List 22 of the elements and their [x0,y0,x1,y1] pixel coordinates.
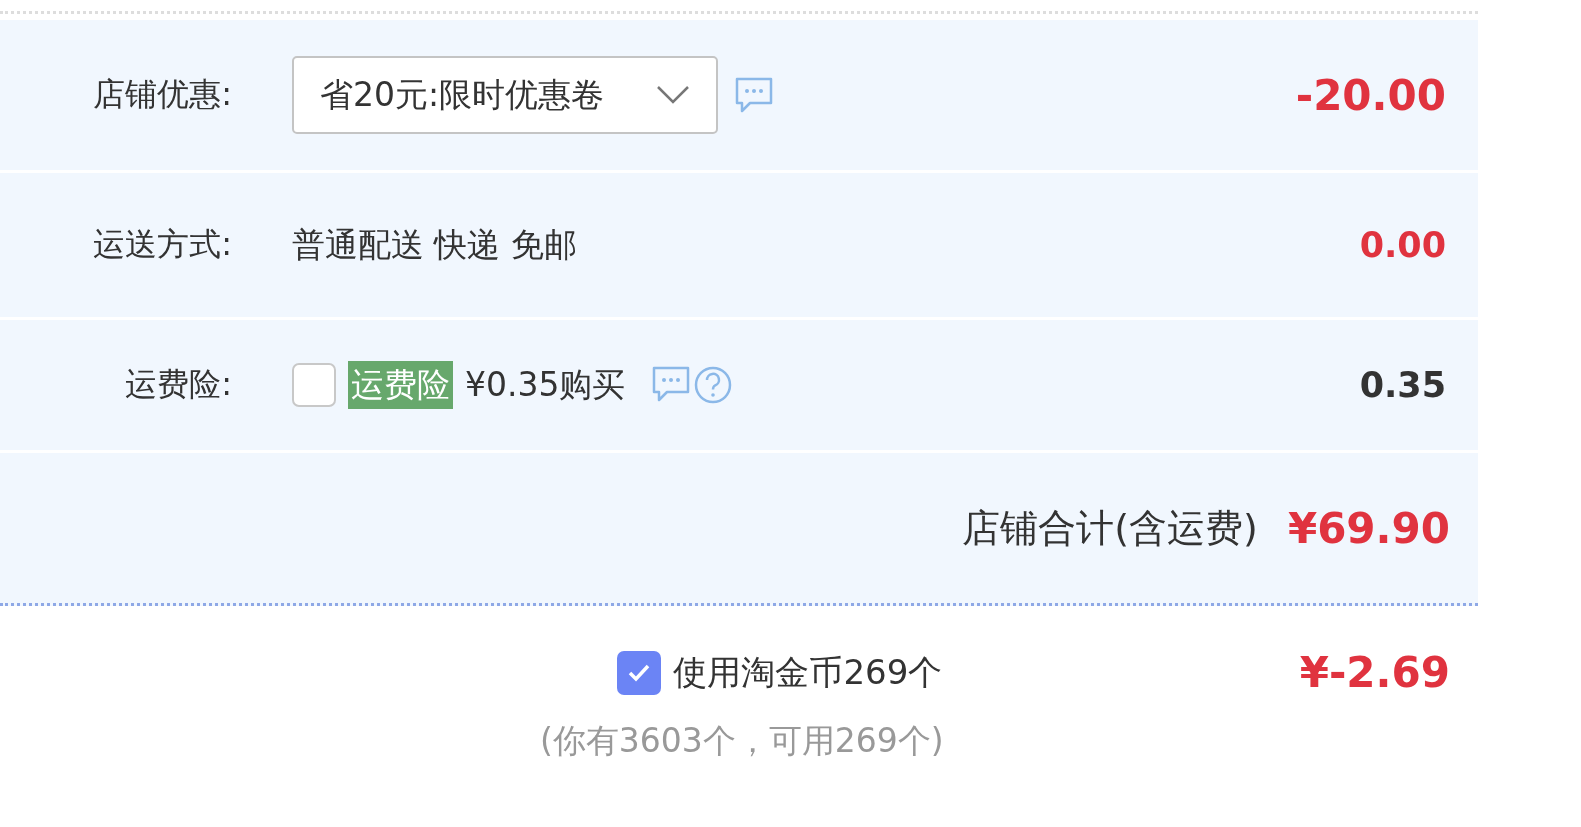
coin-note: (你有3603个，可用269个) [539,720,945,762]
row-label: 运送方式: [92,224,233,265]
total-amount: ¥69.90 [1287,503,1450,553]
amount: 0.35 [1359,365,1446,405]
row-label: 运费险: [124,364,233,405]
shipping-method: 普通配送 快递 免邮 [292,223,577,266]
row-label: 店铺优惠: [92,74,233,115]
coupon-select[interactable]: 省20元:限时优惠卷 [292,56,718,134]
help-icon[interactable] [693,365,734,405]
amount: -20.00 [1295,70,1446,120]
coin-amount: ¥-2.69 [1299,648,1450,697]
chat-icon[interactable] [651,365,692,403]
amount: 0.00 [1359,225,1446,265]
check-icon [627,662,652,683]
checkbox[interactable] [292,363,336,407]
total-label: 店铺合计(含运费) [962,504,1258,552]
insurance-badge: 运费险 [348,361,453,409]
chat-icon[interactable] [734,76,774,114]
caret-icon [656,85,690,105]
checkbox[interactable] [617,650,662,695]
insurance-price: ¥0.35购买 [465,363,626,406]
coin-label: 使用淘金币269个 [673,650,943,694]
